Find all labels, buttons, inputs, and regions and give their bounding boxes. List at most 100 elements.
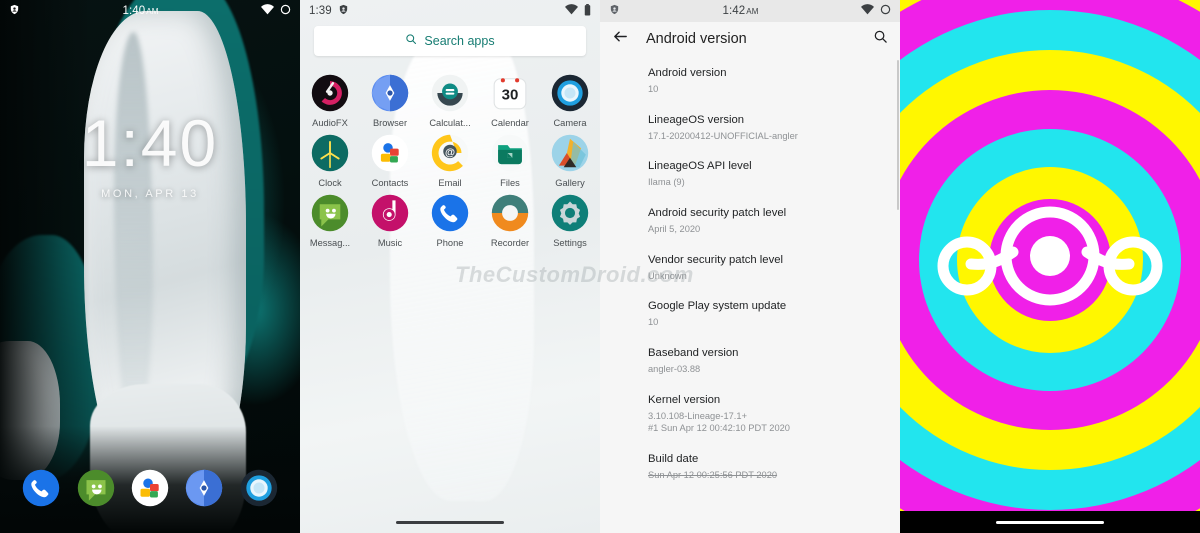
svg-text:30: 30 — [502, 86, 519, 103]
app-item-audiofx[interactable]: AudioFX — [300, 68, 360, 128]
page-title: Android version — [646, 31, 747, 47]
list-item[interactable]: Vendor security patch level Unknown — [648, 253, 900, 283]
privacy-guard-icon — [609, 4, 620, 18]
app-label: Phone — [436, 238, 464, 248]
dock-item-camera[interactable] — [240, 469, 278, 507]
dock-item-browser[interactable] — [185, 469, 223, 507]
nav-bar-area — [900, 511, 1200, 533]
lock-screen-clock: 1:40 MON, APR 13 — [0, 110, 300, 200]
app-item-music[interactable]: Music — [360, 188, 420, 248]
wifi-icon — [261, 4, 274, 18]
privacy-guard-icon — [338, 4, 349, 18]
dock-item-contacts[interactable] — [131, 469, 169, 507]
list-item[interactable]: LineageOS API level Ilama (9) — [648, 159, 900, 189]
wifi-icon — [565, 4, 578, 18]
gallery-icon — [551, 134, 589, 172]
privacy-guard-icon — [9, 4, 20, 18]
status-bar-drawer: 1:39 — [300, 0, 600, 22]
app-item-calculator[interactable]: Calculat... — [420, 68, 480, 128]
app-grid: AudioFX Browser Calculat... 30 Calendar … — [300, 68, 600, 248]
list-item[interactable]: Baseband version angler-03.88 — [648, 346, 900, 376]
app-item-email[interactable]: @ Email — [420, 128, 480, 188]
app-label: Calendar — [491, 118, 529, 128]
setting-key: Vendor security patch level — [648, 253, 784, 266]
recorder-icon — [491, 194, 529, 232]
status-bar-settings: 1:42AM — [600, 0, 900, 22]
dock-item-messaging[interactable] — [77, 469, 115, 507]
list-item[interactable]: Android version 10 — [648, 66, 900, 96]
app-item-settings[interactable]: Settings — [540, 188, 600, 248]
browser-icon — [371, 74, 409, 112]
app-item-camera[interactable]: Camera — [540, 68, 600, 128]
app-grid-row: Messag... Music Phone Recorder Settings — [300, 188, 600, 248]
app-item-calendar[interactable]: 30 Calendar — [480, 68, 540, 128]
panel-settings-android-version: 1:42AM Android version Android version 1… — [600, 0, 900, 533]
setting-key: Android version — [648, 67, 727, 79]
settings-app-bar: Android version — [600, 22, 900, 56]
panel-lineage-easter-egg — [900, 0, 1200, 533]
files-icon — [491, 134, 529, 172]
svg-text:@: @ — [445, 147, 455, 158]
search-apps-bar[interactable]: Search apps — [314, 26, 586, 56]
app-item-gallery[interactable]: Gallery — [540, 128, 600, 188]
app-item-phone[interactable]: Phone — [420, 188, 480, 248]
battery-circle-icon — [880, 4, 891, 18]
app-label: Music — [377, 238, 403, 248]
settings-icon — [551, 194, 589, 232]
setting-key: Build date — [648, 452, 699, 465]
scrollbar[interactable] — [897, 60, 899, 210]
app-item-messaging[interactable]: Messag... — [300, 188, 360, 248]
app-label: Recorder — [490, 238, 530, 248]
search-icon[interactable] — [873, 29, 888, 49]
app-label: Files — [500, 178, 520, 188]
setting-key: Kernel version — [648, 393, 721, 406]
lock-clock-time: 1:40 — [81, 106, 219, 180]
app-item-files[interactable]: Files — [480, 128, 540, 188]
audiofx-icon — [311, 74, 349, 112]
app-label: Clock — [318, 178, 342, 188]
contacts-icon — [371, 134, 409, 172]
panel-app-drawer: 1:39 Search apps AudioFX Browser Calcula… — [300, 0, 600, 533]
settings-list[interactable]: Android version 10 LineageOS version 17.… — [600, 56, 900, 533]
setting-key: Google Play system update — [648, 300, 787, 313]
list-item[interactable]: Android security patch level April 5, 20… — [648, 206, 900, 236]
app-label: Messag... — [309, 238, 351, 248]
setting-value: 10 — [648, 84, 659, 95]
search-apps-label: Search apps — [424, 34, 495, 48]
phone-icon — [431, 194, 469, 232]
app-grid-row: Clock Contacts @ Email Files Gallery — [300, 128, 600, 188]
setting-value: Ilama (9) — [648, 177, 685, 188]
search-icon — [405, 32, 417, 50]
status-bar-clock: 1:42AM — [722, 5, 759, 17]
app-label: Camera — [553, 118, 587, 128]
gesture-nav-pill[interactable] — [996, 521, 1104, 524]
app-label: Settings — [553, 238, 587, 248]
list-item[interactable]: Google Play system update 10 — [648, 299, 900, 329]
setting-value: April 5, 2020 — [648, 224, 701, 235]
clock-icon — [311, 134, 349, 172]
status-bar-clock: 1:40AM — [122, 5, 159, 17]
back-arrow-icon[interactable] — [612, 28, 629, 50]
app-item-browser[interactable]: Browser — [360, 68, 420, 128]
app-item-recorder[interactable]: Recorder — [480, 188, 540, 248]
app-label: Email — [438, 178, 462, 188]
app-label: Gallery — [555, 178, 585, 188]
messaging-icon — [311, 194, 349, 232]
screenshot-stage: 1:40AM 1:40 MON, APR 13 1:39 Search apps… — [0, 0, 1200, 533]
setting-key: LineageOS version — [648, 113, 745, 126]
home-dock — [0, 469, 300, 507]
list-item[interactable]: LineageOS version 17.1-20200412-UNOFFICI… — [648, 113, 900, 143]
app-item-contacts[interactable]: Contacts — [360, 128, 420, 188]
setting-value: Unknown — [648, 270, 687, 281]
setting-value: Sun Apr 12 00:25:56 PDT 2020 — [648, 469, 778, 480]
lineageos-logo — [925, 200, 1175, 320]
gesture-nav-pill[interactable] — [396, 521, 504, 524]
setting-key: LineageOS API level — [648, 160, 752, 173]
app-label: Contacts — [371, 178, 409, 188]
app-item-clock[interactable]: Clock — [300, 128, 360, 188]
list-item[interactable]: Build date Sun Apr 12 00:25:56 PDT 2020 — [648, 452, 900, 482]
list-item[interactable]: Kernel version 3.10.108-Lineage-17.1+ #1… — [648, 393, 900, 435]
status-bar-clock: 1:39 — [309, 5, 332, 17]
dock-item-phone[interactable] — [22, 469, 60, 507]
app-label: Browser — [372, 118, 408, 128]
